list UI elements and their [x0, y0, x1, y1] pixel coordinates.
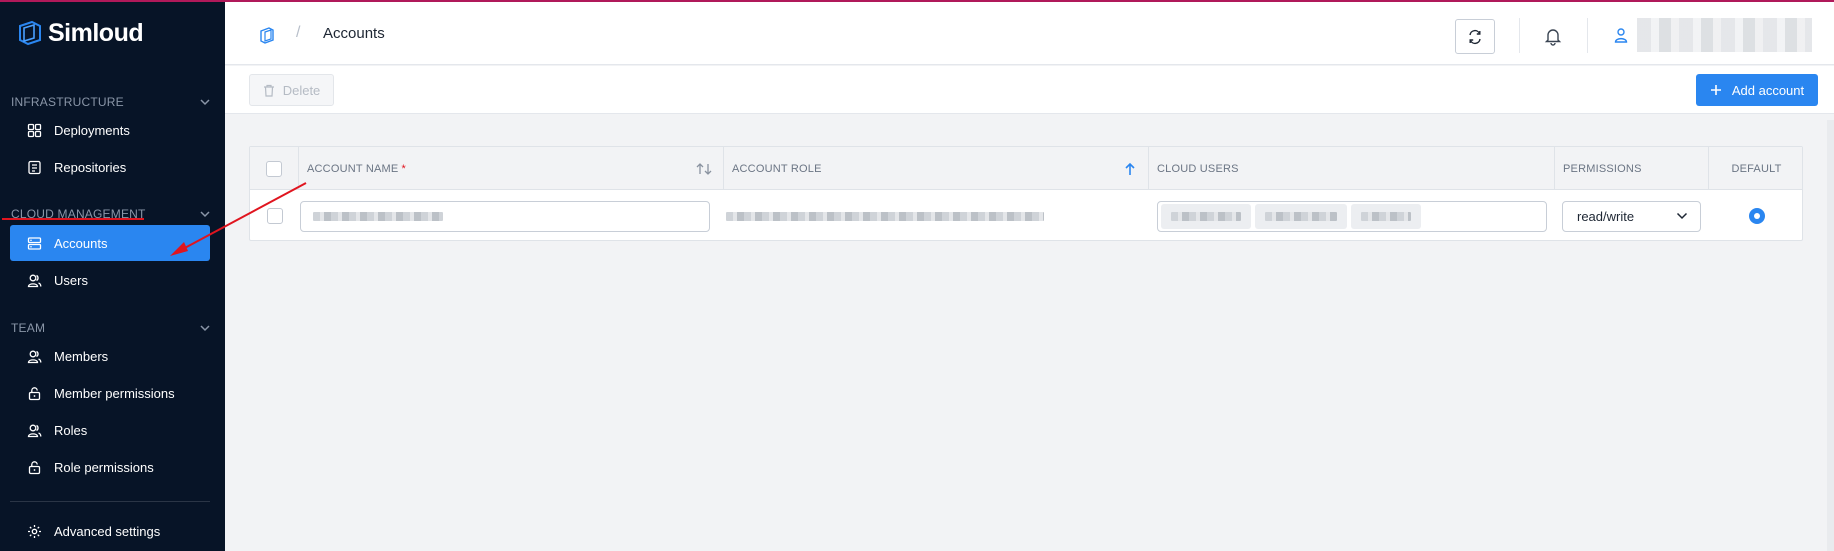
column-label: ACCOUNT ROLE — [732, 162, 822, 175]
column-label: DEFAULT — [1731, 162, 1782, 175]
sidebar-item-label: Deployments — [54, 122, 130, 138]
sidebar-item-label: Repositories — [54, 159, 127, 175]
sidebar-item-member-permissions[interactable]: Member permissions — [10, 375, 210, 411]
sync-button[interactable] — [1455, 19, 1495, 54]
permissions-cell: read/write — [1555, 191, 1709, 241]
section-infrastructure[interactable]: INFRASTRUCTURE — [11, 95, 211, 109]
account-role-cell — [726, 191, 1146, 241]
sidebar-item-accounts[interactable]: Accounts — [10, 225, 210, 261]
header-select-all — [250, 147, 299, 190]
default-radio[interactable] — [1748, 208, 1765, 224]
column-label: PERMISSIONS — [1563, 162, 1642, 175]
window-top-border — [0, 0, 1834, 2]
sidebar-item-users[interactable]: Users — [10, 262, 210, 298]
cloud-users-multiselect[interactable] — [1157, 200, 1547, 232]
sort-ascending-icon[interactable] — [1124, 162, 1136, 176]
plus-icon — [1710, 85, 1721, 95]
users-icon — [27, 424, 42, 437]
sidebar-item-label: Users — [54, 272, 88, 288]
scrollbar[interactable] — [1827, 120, 1834, 551]
required-mark: * — [401, 162, 406, 175]
column-default[interactable]: DEFAULT — [1709, 147, 1804, 190]
accounts-table: ACCOUNT NAME * ACCOUNT ROLE CLOUD USERS P… — [249, 146, 1803, 241]
cloud-users-cell — [1149, 191, 1555, 241]
accounts-breadcrumb-icon[interactable] — [258, 26, 276, 44]
default-cell — [1709, 191, 1804, 241]
chip-value-redacted — [1361, 211, 1411, 221]
lock-icon — [28, 460, 41, 474]
sidebar-divider — [10, 501, 210, 502]
section-team[interactable]: TEAM — [11, 321, 211, 335]
document-icon — [28, 160, 41, 174]
user-icon[interactable] — [1613, 27, 1629, 43]
column-account-role[interactable]: ACCOUNT ROLE — [724, 147, 1149, 190]
gear-icon — [28, 524, 41, 538]
chevron-down-icon — [200, 211, 210, 218]
sidebar-item-label: Member permissions — [54, 385, 175, 401]
page-title: Accounts — [323, 25, 385, 42]
users-icon — [27, 274, 42, 287]
sort-icon[interactable] — [695, 162, 713, 176]
permissions-select[interactable]: read/write — [1562, 200, 1701, 232]
server-icon — [27, 236, 42, 250]
cloud-user-chip[interactable] — [1255, 203, 1347, 229]
sync-icon — [1469, 29, 1481, 44]
column-permissions[interactable]: PERMISSIONS — [1555, 147, 1709, 190]
cloud-user-chip[interactable] — [1161, 203, 1251, 229]
annotation-underline — [2, 218, 144, 220]
chip-value-redacted — [1265, 211, 1337, 221]
bell-icon[interactable] — [1543, 26, 1563, 46]
sidebar: Simloud INFRASTRUCTURE Deployments Repos… — [0, 0, 225, 551]
account-role-value-redacted — [726, 211, 1044, 221]
sidebar-item-label: Members — [54, 348, 109, 364]
select-all-checkbox[interactable] — [266, 160, 282, 177]
column-label: CLOUD USERS — [1157, 162, 1239, 175]
column-label: ACCOUNT NAME — [307, 162, 399, 175]
cloud-user-chip[interactable] — [1351, 203, 1421, 229]
chevron-down-icon — [200, 99, 210, 106]
row-checkbox[interactable] — [266, 208, 283, 224]
sidebar-item-label: Roles — [54, 422, 88, 438]
toolbar: Delete Add account — [225, 66, 1834, 114]
app-name: Simloud — [48, 18, 144, 47]
simloud-logo-icon — [19, 20, 41, 46]
column-account-name[interactable]: ACCOUNT NAME * — [299, 147, 724, 190]
grid-icon — [27, 123, 42, 137]
permissions-value: read/write — [1577, 208, 1635, 224]
section-title: INFRASTRUCTURE — [11, 95, 124, 109]
add-account-label: Add account — [1731, 82, 1805, 98]
users-icon — [27, 350, 42, 363]
sidebar-item-members[interactable]: Members — [10, 338, 210, 374]
top-header: / Accounts — [225, 2, 1834, 65]
sidebar-item-label: Accounts — [54, 235, 108, 251]
delete-label: Delete — [282, 82, 321, 98]
section-title: TEAM — [11, 321, 46, 335]
lock-icon — [28, 386, 41, 400]
header-divider — [1519, 18, 1520, 53]
sidebar-item-repositories[interactable]: Repositories — [10, 149, 210, 185]
sidebar-item-deployments[interactable]: Deployments — [10, 112, 210, 148]
chevron-down-icon — [200, 325, 210, 332]
sidebar-item-roles[interactable]: Roles — [10, 412, 210, 448]
add-account-button[interactable]: Add account — [1696, 74, 1818, 106]
row-select-cell — [250, 191, 299, 241]
breadcrumb-separator: / — [296, 24, 301, 41]
account-name-value-redacted — [313, 211, 443, 221]
account-name-input[interactable] — [300, 200, 710, 232]
column-cloud-users[interactable]: CLOUD USERS — [1149, 147, 1555, 190]
trash-icon — [263, 84, 274, 97]
logo[interactable]: Simloud — [14, 18, 144, 48]
header-divider — [1587, 18, 1588, 53]
table-header: ACCOUNT NAME * ACCOUNT ROLE CLOUD USERS P… — [250, 147, 1802, 190]
chip-value-redacted — [1171, 211, 1241, 221]
sidebar-item-role-permissions[interactable]: Role permissions — [10, 449, 210, 485]
delete-button[interactable]: Delete — [249, 74, 334, 106]
chevron-down-icon — [1676, 212, 1688, 220]
sidebar-item-label: Advanced settings — [54, 523, 161, 539]
column-label-wrap: ACCOUNT NAME * — [307, 163, 406, 175]
user-name-redacted[interactable] — [1637, 18, 1812, 52]
sidebar-item-advanced-settings[interactable]: Advanced settings — [10, 513, 210, 549]
account-name-cell — [300, 191, 724, 241]
sidebar-item-label: Role permissions — [54, 459, 154, 475]
